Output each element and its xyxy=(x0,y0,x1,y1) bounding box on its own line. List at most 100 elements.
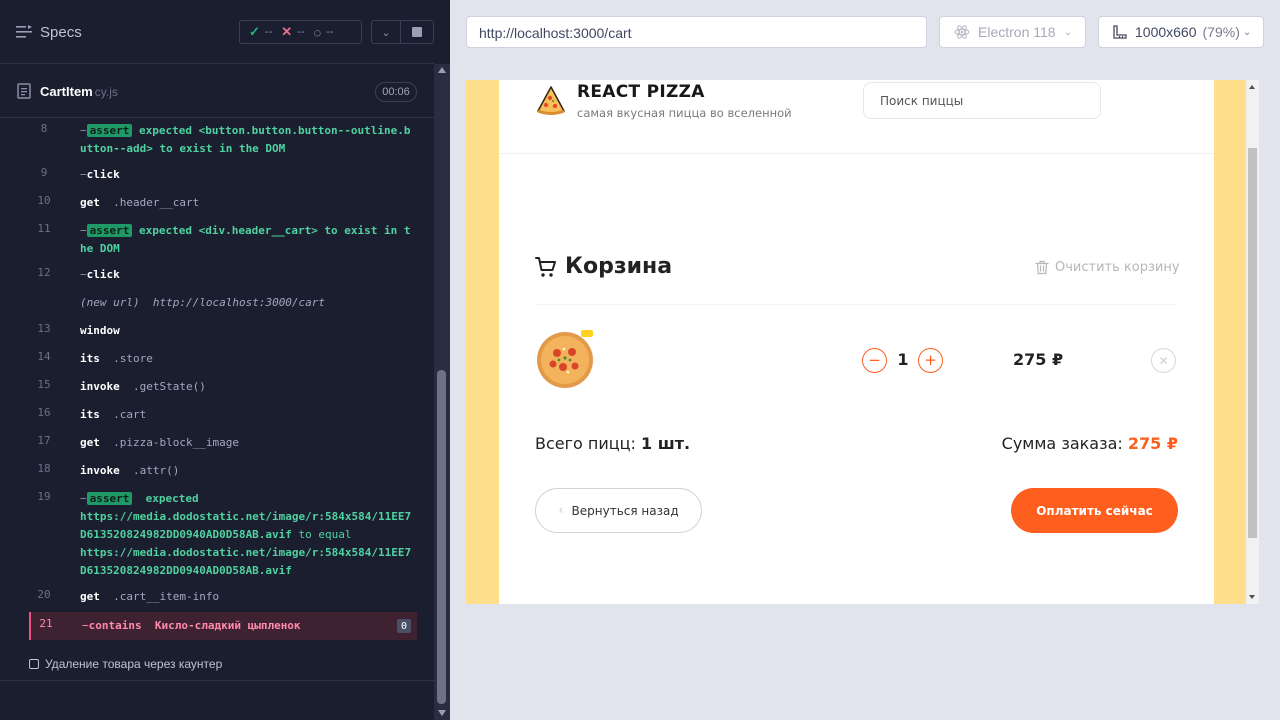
cart-title: Корзина xyxy=(535,254,672,279)
command-arg: Кисло-сладкий цыпленок xyxy=(154,619,301,632)
total-count-value: 1 шт. xyxy=(641,434,691,453)
command-arg: .header__cart xyxy=(113,196,200,209)
command-number: 12 xyxy=(37,266,51,279)
assert-expected-word: expected xyxy=(145,492,199,505)
app-under-test-frame: REACT PIZZA самая вкусная пицца во вселе… xyxy=(466,80,1259,604)
command-log-panel: Specs ✓ -- ✕ -- ◌ -- ⌄ CartItem cy.js 00:06 … xyxy=(0,0,450,720)
specs-title[interactable]: Specs xyxy=(40,24,82,41)
command-log-scrollbar[interactable] xyxy=(434,64,450,720)
stop-icon xyxy=(412,27,422,37)
test-title[interactable]: Удаление товара через каунтер xyxy=(29,657,222,671)
command-number: 16 xyxy=(37,406,51,419)
chevron-left-icon: ‹ xyxy=(558,503,564,518)
command-number: 20 xyxy=(37,588,51,601)
pizza-app-page: REACT PIZZA самая вкусная пицца во вселе… xyxy=(499,80,1214,604)
preview-panel: http://localhost:3000/cart Electron 118 … xyxy=(450,0,1280,720)
pizza-image xyxy=(537,330,593,388)
stat-passed: ✓ -- xyxy=(249,24,273,39)
scroll-down-arrow-icon[interactable] xyxy=(438,710,446,716)
check-icon: ✓ xyxy=(249,24,260,39)
new-url-label: (new url) xyxy=(80,296,140,309)
command-name: invoke xyxy=(80,464,120,477)
stats-group: ✓ -- ✕ -- ◌ -- xyxy=(239,20,362,44)
app-header: REACT PIZZA самая вкусная пицца во вселе… xyxy=(499,80,1214,154)
spec-file-ext: cy.js xyxy=(94,85,118,99)
pay-now-button[interactable]: Оплатить сейчас xyxy=(1011,488,1178,533)
spec-file-name[interactable]: CartItem cy.js xyxy=(40,84,118,99)
clear-cart-button[interactable]: Очистить корзину xyxy=(1035,260,1180,275)
cross-icon: ✕ xyxy=(281,24,293,39)
command-number: 11 xyxy=(37,222,51,235)
cart-title-label: Корзина xyxy=(565,254,673,279)
total-sum-label: Сумма заказа: xyxy=(1001,434,1123,453)
search-input[interactable]: Поиск пиццы xyxy=(863,82,1101,119)
command-name: get xyxy=(80,590,100,603)
command-number: 13 xyxy=(37,322,51,335)
command-name: its xyxy=(80,408,100,421)
command-name: click xyxy=(86,268,120,281)
command-number: 8 xyxy=(40,122,48,135)
remove-item-button[interactable]: ✕ xyxy=(1151,348,1176,373)
scrollbar-thumb[interactable] xyxy=(437,370,446,704)
assert-value-actual: https://media.dodostatic.net/image/r:584… xyxy=(80,510,412,541)
spec-file-header: CartItem cy.js 00:06 xyxy=(0,64,434,118)
assert-middle-text: to equal xyxy=(298,528,352,541)
specs-menu-icon[interactable] xyxy=(16,25,32,39)
pending-icon: ◌ xyxy=(313,24,322,40)
app-scrollbar[interactable] xyxy=(1246,80,1259,604)
quantity-value: 1 xyxy=(897,350,909,369)
failed-command-row[interactable]: 21 −contains Кисло-сладкий цыпленок 0 xyxy=(29,612,417,640)
command-name: invoke xyxy=(80,380,120,393)
command-name: get xyxy=(80,436,100,449)
command-arg: .getState() xyxy=(133,380,206,393)
command-name: contains xyxy=(88,619,142,632)
viewport-selector[interactable]: 1000x660 (79%) ⌄ xyxy=(1098,16,1264,48)
timer-badge: 00:06 xyxy=(375,82,417,102)
total-count-label: Всего пицц: xyxy=(535,434,636,453)
assert-tag: assert xyxy=(86,224,133,237)
command-name: window xyxy=(80,324,120,337)
chevron-down-button[interactable]: ⌄ xyxy=(371,20,401,44)
command-number: 10 xyxy=(37,194,51,207)
brand-tagline: самая вкусная пицца во вселенной xyxy=(577,106,792,120)
chevron-down-icon: ⌄ xyxy=(1063,26,1072,38)
item-price: 275 ₽ xyxy=(1013,350,1064,369)
assert-tag: assert xyxy=(86,124,133,137)
chevron-down-icon: ⌄ xyxy=(381,26,391,39)
specs-header: Specs ✓ -- ✕ -- ◌ -- ⌄ xyxy=(0,0,434,64)
command-number: 15 xyxy=(37,378,51,391)
divider xyxy=(0,680,434,681)
decrease-quantity-button[interactable]: − xyxy=(862,348,887,373)
increase-quantity-button[interactable]: + xyxy=(918,348,943,373)
test-status-icon xyxy=(29,659,39,669)
scrollbar-thumb[interactable] xyxy=(1248,148,1257,538)
url-bar[interactable]: http://localhost:3000/cart xyxy=(466,16,927,48)
command-number: 18 xyxy=(37,462,51,475)
chevron-down-icon: ⌄ xyxy=(1242,26,1252,38)
stat-pending: ◌ -- xyxy=(313,24,334,40)
test-title-label: Удаление товара через каунтер xyxy=(45,657,223,671)
browser-selector[interactable]: Electron 118 ⌄ xyxy=(939,16,1086,48)
command-number: 21 xyxy=(39,617,53,630)
document-icon xyxy=(17,83,31,99)
stop-button[interactable] xyxy=(401,20,434,44)
new-url-value: http://localhost:3000/cart xyxy=(152,296,326,309)
viewport-size: 1000x660 xyxy=(1135,24,1197,40)
scroll-up-arrow-icon[interactable] xyxy=(438,67,446,73)
clear-cart-label: Очистить корзину xyxy=(1055,260,1180,275)
command-number: 9 xyxy=(40,166,48,179)
brand-title[interactable]: REACT PIZZA xyxy=(577,82,705,102)
command-name: its xyxy=(80,352,100,365)
trash-icon xyxy=(1035,260,1049,275)
command-arg: .cart xyxy=(113,408,147,421)
element-count-badge: 0 xyxy=(397,619,411,633)
scroll-down-arrow-icon[interactable] xyxy=(1249,595,1255,599)
viewport-scale: (79%) xyxy=(1202,24,1240,40)
assert-tag: assert xyxy=(86,492,133,505)
go-back-label: Вернуться назад xyxy=(571,503,679,518)
pay-now-label: Оплатить сейчас xyxy=(1036,503,1153,518)
scroll-up-arrow-icon[interactable] xyxy=(1249,85,1255,89)
cart-icon xyxy=(535,256,556,277)
total-sum: Сумма заказа: 275 ₽ xyxy=(1002,434,1178,453)
go-back-button[interactable]: ‹ Вернуться назад xyxy=(535,488,702,533)
